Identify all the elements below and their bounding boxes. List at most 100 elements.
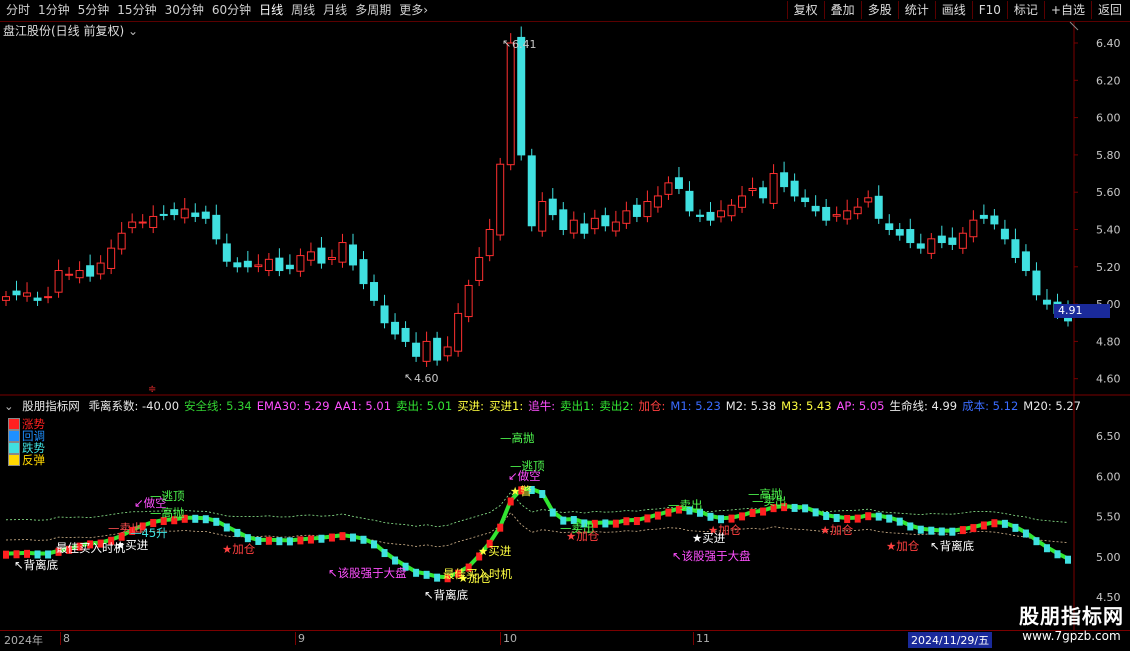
candle-body	[443, 346, 452, 357]
indicator-bar	[654, 511, 661, 520]
price-tick-label: 5.60	[1096, 186, 1121, 199]
watermark-title: 股朋指标网	[1019, 604, 1124, 628]
candle-body	[895, 229, 904, 236]
candle-body	[485, 229, 494, 257]
indicator-bar	[739, 512, 746, 521]
candle-body	[622, 210, 631, 224]
signal-annotation: ↖背离底	[930, 539, 975, 553]
indicator-bar	[328, 533, 335, 542]
candle-body	[44, 296, 53, 299]
indicator-bar	[434, 573, 441, 582]
signal-annotation: ★加仓	[820, 523, 854, 537]
indicator-bar	[802, 504, 809, 513]
indicator-value: 卖出: 5.01	[396, 399, 453, 413]
indicator-bar	[1001, 519, 1008, 528]
indicator-bar	[3, 550, 9, 559]
legend-swatch	[8, 430, 20, 442]
signal-annotation: ★加仓	[222, 542, 256, 556]
candle-body	[401, 327, 410, 342]
indicator-axis: 6.506.005.505.004.50	[1096, 430, 1121, 604]
indicator-header: ⌄ 股朋指标网 乖离系数: -40.00 安全线: 5.34 EMA30: 5.29…	[4, 398, 1086, 414]
indicator-bar	[633, 517, 640, 526]
indicator-bar	[907, 522, 914, 531]
candle-body	[170, 209, 179, 216]
chevron-down-icon[interactable]: ⌄	[4, 399, 14, 413]
indicator-value: 买进1:	[489, 399, 524, 413]
signal-annotation: —卖出	[752, 494, 787, 508]
candle-body	[969, 219, 978, 238]
indicator-bar	[886, 514, 893, 523]
indicator-bar	[991, 519, 998, 528]
indicator-name[interactable]: 股朋指标网	[22, 399, 80, 413]
candle-body	[906, 229, 915, 244]
candle-body	[611, 221, 620, 232]
indicator-value: M2: 5.38	[725, 399, 777, 413]
candle-body	[149, 215, 158, 228]
candle-body	[1042, 299, 1051, 305]
candle-body	[212, 214, 221, 240]
candle-body	[569, 219, 578, 234]
candle-body	[527, 155, 536, 227]
indicator-value: 买进:	[457, 399, 485, 413]
date-axis: 2024年 8 9 10 11 2024/11/29/五	[0, 630, 1130, 651]
legend-swatch	[8, 442, 20, 454]
indicator-bar	[497, 523, 504, 532]
candle-body	[790, 180, 799, 197]
candle-body	[433, 337, 442, 361]
price-tick-label: 6.20	[1096, 74, 1121, 87]
indicator-bar	[307, 535, 314, 544]
candle-body	[96, 262, 105, 275]
indicator-bar	[349, 533, 356, 542]
candle-body	[874, 195, 883, 219]
candle-body	[1011, 239, 1020, 258]
candle-body	[391, 321, 400, 335]
candle-body	[75, 270, 84, 279]
candle-body	[23, 292, 32, 297]
indicator-tick-label: 6.00	[1096, 470, 1121, 483]
candle-body	[464, 284, 473, 318]
candle-body	[412, 342, 421, 357]
candle-body	[117, 232, 126, 250]
high-price-value: 6.41	[512, 38, 537, 51]
date-label: 2024年	[4, 634, 43, 647]
candle-body	[548, 198, 557, 216]
indicator-bar	[865, 512, 872, 521]
indicator-legend: 涨势 回调 跌势 反弹	[8, 418, 45, 466]
candle-body	[643, 201, 652, 218]
indicator-bar	[202, 515, 209, 524]
signal-annotation: ↙做空	[508, 469, 541, 483]
date-label: 9	[295, 632, 305, 645]
signal-annotation: ★买进	[478, 544, 512, 558]
legend-item: 反弹	[8, 454, 45, 466]
indicator-bar	[959, 526, 966, 535]
indicator-bar	[917, 525, 924, 534]
indicator-value: 安全线: 5.34	[184, 399, 252, 413]
candles	[2, 26, 1072, 367]
indicator-bar	[623, 517, 630, 526]
candle-body	[138, 221, 147, 224]
price-tick-label: 5.20	[1096, 261, 1121, 274]
signal-annotation: ★加仓	[886, 539, 920, 553]
indicator-value: M1: 5.23	[670, 399, 721, 413]
indicator-value: AP: 5.05	[836, 399, 885, 413]
signal-annotation: ↖该股强于大盘	[328, 566, 407, 580]
indicator-bar	[265, 536, 272, 545]
price-tick-label: 6.00	[1096, 112, 1121, 125]
indicator-bar	[234, 528, 241, 537]
candle-body	[727, 204, 736, 217]
date-label: 11	[693, 632, 710, 645]
candle-body	[748, 187, 757, 192]
signal-annotation: ★买进	[692, 531, 726, 545]
indicator-bar	[833, 514, 840, 523]
indicator-value: AA1: 5.01	[334, 399, 392, 413]
candle-body	[348, 244, 357, 266]
candle-body	[180, 208, 189, 219]
watermark: 股朋指标网 www.7gpzb.com	[1019, 600, 1124, 643]
candle-body	[738, 195, 747, 208]
candle-body	[517, 36, 526, 156]
low-price-arrow: ↖	[404, 371, 413, 384]
signal-annotation: —45升	[130, 526, 168, 540]
indicator-bar	[192, 514, 199, 523]
signal-annotation: ↖背离底	[424, 588, 469, 602]
candle-body	[843, 210, 852, 220]
